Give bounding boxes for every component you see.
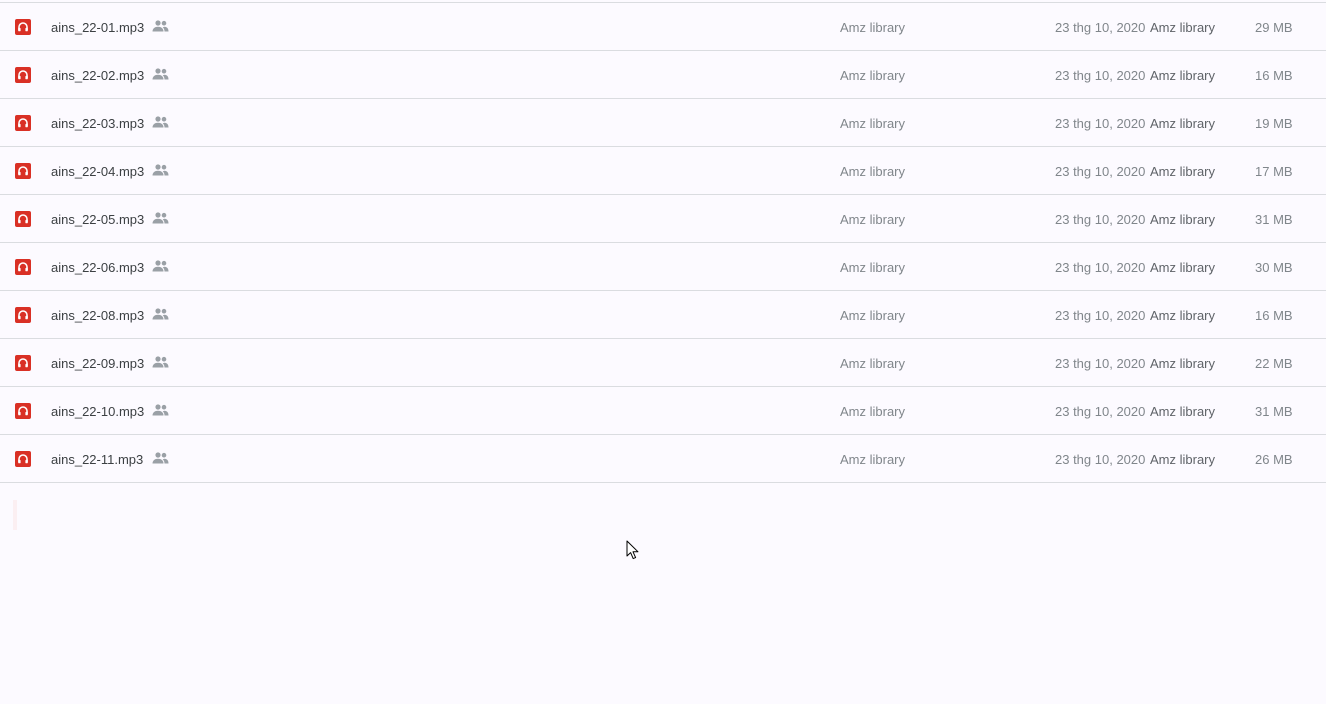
file-modified-date: 23 thg 10, 2020: [1055, 452, 1146, 467]
file-modified-by: Amz library: [1150, 404, 1216, 419]
empty-area-marker: [13, 500, 17, 530]
audio-file-icon: [15, 67, 31, 83]
file-size: 31 MB: [1255, 212, 1293, 227]
file-name[interactable]: ains_22-03.mp3: [51, 115, 144, 132]
audio-file-icon: [15, 307, 31, 323]
shared-people-icon: [152, 452, 169, 464]
file-size: 16 MB: [1255, 68, 1293, 83]
file-modified-date: 23 thg 10, 2020: [1055, 260, 1146, 275]
shared-people-icon: [152, 20, 169, 32]
audio-file-icon: [15, 403, 31, 419]
shared-people-icon: [152, 356, 169, 368]
file-modified-date: 23 thg 10, 2020: [1055, 404, 1146, 419]
file-modified-date: 23 thg 10, 2020: [1055, 308, 1146, 323]
file-owner: Amz library: [840, 404, 906, 419]
file-name[interactable]: ains_22-08.mp3: [51, 307, 144, 324]
shared-people-icon: [152, 404, 169, 416]
file-owner: Amz library: [840, 164, 906, 179]
file-owner: Amz library: [840, 20, 906, 35]
file-modified-by: Amz library: [1150, 452, 1216, 467]
file-modified-date: 23 thg 10, 2020: [1055, 68, 1146, 83]
file-name[interactable]: ains_22-06.mp3: [51, 259, 144, 276]
file-name[interactable]: ains_22-04.mp3: [51, 163, 144, 180]
file-modified-date: 23 thg 10, 2020: [1055, 164, 1146, 179]
file-modified-by: Amz library: [1150, 212, 1216, 227]
file-row[interactable]: ains_22-02.mp3 Amz library 23 thg 10, 20…: [0, 51, 1326, 99]
file-row[interactable]: ains_22-11.mp3 Amz library 23 thg 10, 20…: [0, 435, 1326, 483]
file-name[interactable]: ains_22-11.mp3: [51, 451, 143, 468]
file-row[interactable]: ains_22-03.mp3 Amz library 23 thg 10, 20…: [0, 99, 1326, 147]
file-row[interactable]: ains_22-09.mp3 Amz library 23 thg 10, 20…: [0, 339, 1326, 387]
file-name[interactable]: ains_22-02.mp3: [51, 67, 144, 84]
file-modified-by: Amz library: [1150, 356, 1216, 371]
file-modified-date: 23 thg 10, 2020: [1055, 212, 1146, 227]
file-owner: Amz library: [840, 116, 906, 131]
file-row[interactable]: ains_22-05.mp3 Amz library 23 thg 10, 20…: [0, 195, 1326, 243]
file-owner: Amz library: [840, 452, 906, 467]
file-owner: Amz library: [840, 308, 906, 323]
file-name[interactable]: ains_22-09.mp3: [51, 355, 144, 372]
audio-file-icon: [15, 451, 31, 467]
file-name[interactable]: ains_22-05.mp3: [51, 211, 144, 228]
file-row[interactable]: ains_22-04.mp3 Amz library 23 thg 10, 20…: [0, 147, 1326, 195]
file-owner: Amz library: [840, 68, 906, 83]
audio-file-icon: [15, 163, 31, 179]
file-row[interactable]: ains_22-06.mp3 Amz library 23 thg 10, 20…: [0, 243, 1326, 291]
shared-people-icon: [152, 68, 169, 80]
file-row[interactable]: ains_22-10.mp3 Amz library 23 thg 10, 20…: [0, 387, 1326, 435]
file-owner: Amz library: [840, 260, 906, 275]
file-row[interactable]: ains_22-08.mp3 Amz library 23 thg 10, 20…: [0, 291, 1326, 339]
file-name[interactable]: ains_22-01.mp3: [51, 19, 144, 36]
audio-file-icon: [15, 259, 31, 275]
audio-file-icon: [15, 115, 31, 131]
shared-people-icon: [152, 164, 169, 176]
file-modified-by: Amz library: [1150, 260, 1216, 275]
shared-people-icon: [152, 308, 169, 320]
mouse-cursor-icon: [626, 540, 640, 560]
shared-people-icon: [152, 212, 169, 224]
file-row[interactable]: ains_22-01.mp3 Amz library 23 thg 10, 20…: [0, 3, 1326, 51]
file-size: 26 MB: [1255, 452, 1293, 467]
audio-file-icon: [15, 19, 31, 35]
file-size: 31 MB: [1255, 404, 1293, 419]
shared-people-icon: [152, 116, 169, 128]
file-size: 30 MB: [1255, 260, 1293, 275]
file-modified-by: Amz library: [1150, 20, 1216, 35]
file-modified-by: Amz library: [1150, 68, 1216, 83]
file-modified-by: Amz library: [1150, 308, 1216, 323]
shared-people-icon: [152, 260, 169, 272]
file-size: 22 MB: [1255, 356, 1293, 371]
file-modified-date: 23 thg 10, 2020: [1055, 356, 1146, 371]
file-size: 29 MB: [1255, 20, 1293, 35]
audio-file-icon: [15, 211, 31, 227]
file-modified-by: Amz library: [1150, 116, 1216, 131]
file-owner: Amz library: [840, 356, 906, 371]
file-owner: Amz library: [840, 212, 906, 227]
file-modified-date: 23 thg 10, 2020: [1055, 116, 1146, 131]
audio-file-icon: [15, 355, 31, 371]
file-modified-by: Amz library: [1150, 164, 1216, 179]
file-modified-date: 23 thg 10, 2020: [1055, 20, 1146, 35]
file-name[interactable]: ains_22-10.mp3: [51, 403, 144, 420]
file-size: 16 MB: [1255, 308, 1293, 323]
file-size: 17 MB: [1255, 164, 1293, 179]
file-list: ains_22-01.mp3 Amz library 23 thg 10, 20…: [0, 2, 1326, 483]
file-size: 19 MB: [1255, 116, 1293, 131]
